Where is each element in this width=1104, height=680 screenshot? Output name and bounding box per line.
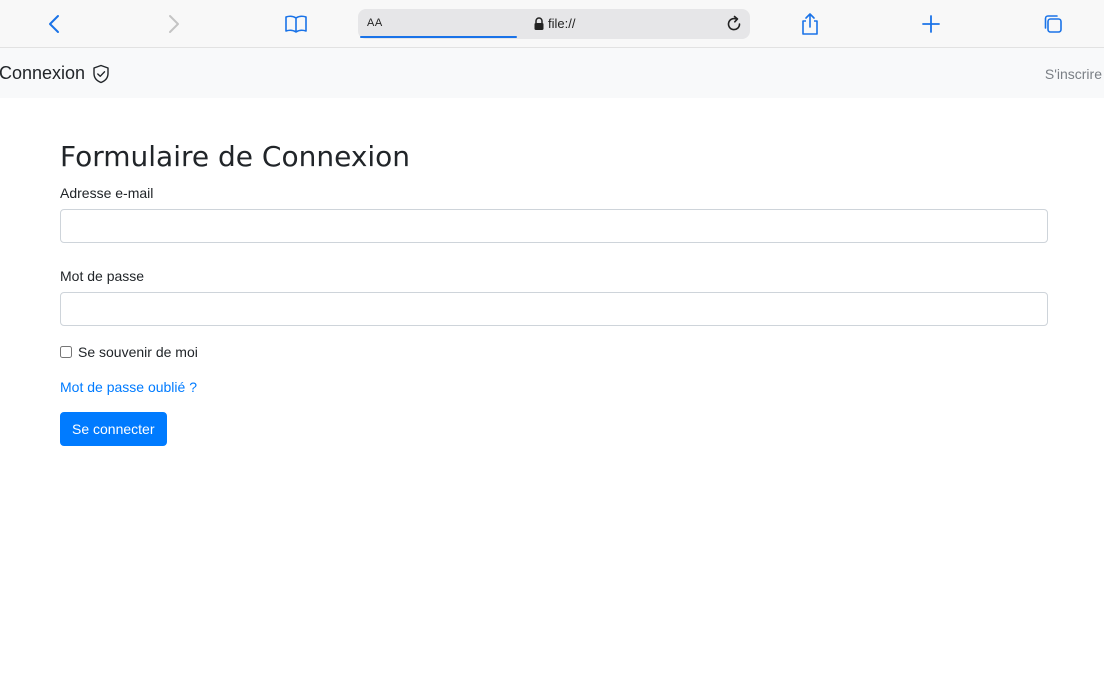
navbar-brand[interactable]: Connexion bbox=[0, 63, 111, 84]
page-title: Formulaire de Connexion bbox=[60, 140, 411, 173]
book-icon[interactable] bbox=[282, 10, 310, 38]
browser-toolbar: AA file:// bbox=[0, 0, 1104, 48]
password-field[interactable] bbox=[60, 291, 1048, 326]
password-label: Mot de passe bbox=[60, 267, 145, 284]
url-text: file:// bbox=[548, 16, 576, 31]
site-navbar: Connexion S'inscrire bbox=[0, 48, 1104, 98]
login-form: Formulaire de Connexion Adresse e-mail M… bbox=[60, 140, 1048, 446]
address-bar[interactable]: AA file:// bbox=[358, 9, 750, 39]
password-group: Mot de passe bbox=[60, 268, 1048, 326]
remember-me: Se souvenir de moi bbox=[60, 344, 1048, 360]
email-field[interactable] bbox=[60, 208, 1048, 243]
register-link[interactable]: S'inscrire bbox=[1045, 66, 1102, 82]
chevron-right-icon[interactable] bbox=[160, 10, 188, 38]
remember-me-label[interactable]: Se souvenir de moi bbox=[78, 344, 198, 360]
remember-me-checkbox[interactable] bbox=[60, 345, 72, 358]
reader-aa-button[interactable]: AA bbox=[367, 17, 383, 29]
plus-icon[interactable] bbox=[917, 10, 945, 38]
page-load-progress bbox=[360, 36, 517, 38]
brand-label: Connexion bbox=[0, 63, 86, 83]
login-button[interactable]: Se connecter bbox=[60, 411, 167, 446]
email-label: Adresse e-mail bbox=[60, 184, 154, 201]
chevron-left-icon[interactable] bbox=[40, 10, 68, 38]
reload-icon[interactable] bbox=[724, 14, 744, 34]
lock-icon bbox=[534, 17, 544, 30]
forgot-password-link[interactable]: Mot de passe oublié ? bbox=[60, 379, 197, 395]
share-icon[interactable] bbox=[796, 10, 824, 38]
tabs-icon[interactable] bbox=[1039, 10, 1067, 38]
shield-check-icon bbox=[93, 64, 109, 83]
